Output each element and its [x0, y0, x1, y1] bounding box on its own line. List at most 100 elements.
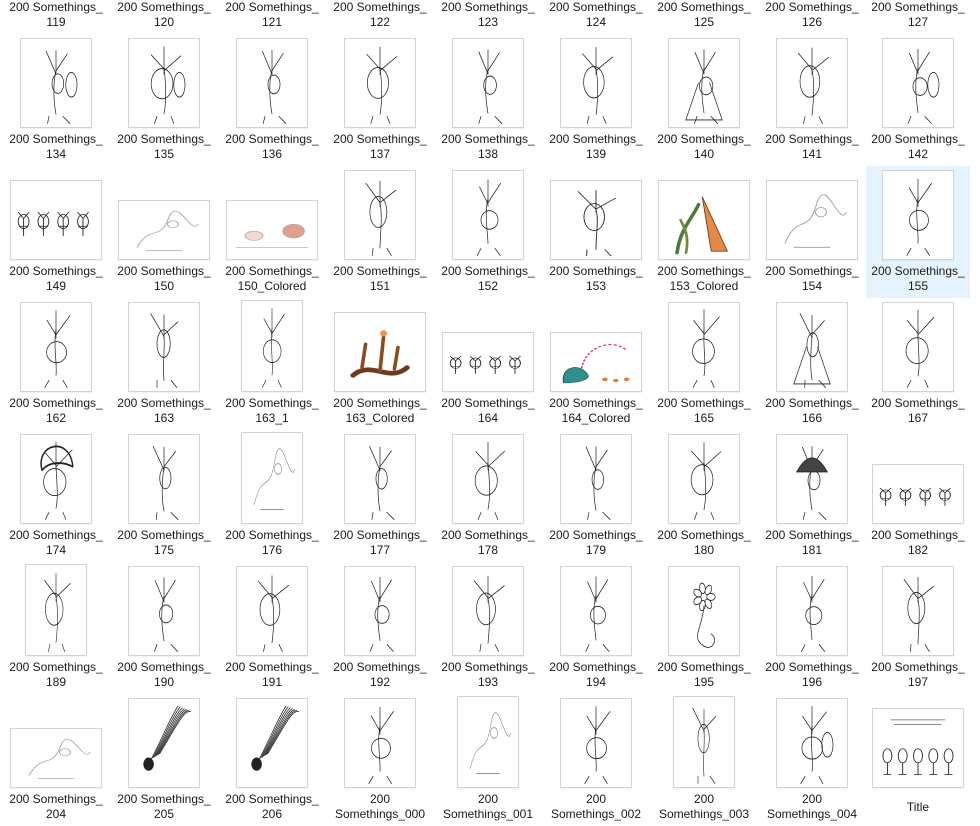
file-name: 200 Somethings_003 [652, 792, 756, 821]
file-name-line-2: 125 [693, 14, 715, 29]
file-item[interactable]: 200 Somethings_ 197 [866, 562, 970, 694]
file-item[interactable]: 200 Somethings_ 122 [328, 0, 432, 34]
file-name-line-2: 152 [477, 278, 499, 293]
file-item[interactable]: 200 Somethings_ 182 [866, 430, 970, 562]
file-name: 200 Somethings_ 182 [866, 528, 970, 557]
sketch-drawing [17, 211, 89, 236]
file-item[interactable]: 200 Somethings_ 150 [112, 166, 216, 298]
file-item[interactable]: 200 Somethings_ 139 [544, 34, 648, 166]
file-name: 200 Somethings_ 121 [220, 0, 324, 29]
file-item[interactable]: 200 Somethings_ 204 [4, 694, 108, 826]
file-item[interactable]: Title [866, 694, 970, 826]
file-item[interactable]: 200 Somethings_001 [436, 694, 540, 826]
file-item[interactable]: 200 Somethings_ 136 [220, 34, 324, 166]
file-name-line-1: 200 Somethings_ [333, 528, 427, 542]
file-item[interactable]: 200 Somethings_ 155 [866, 166, 970, 298]
file-item[interactable]: 200 Somethings_ 177 [328, 430, 432, 562]
sketch-drawing [365, 180, 397, 256]
file-name-line-1: 200 Somethings_ [333, 132, 427, 146]
sketch-drawing [257, 575, 289, 652]
file-item[interactable]: 200 Somethings_ 196 [760, 562, 864, 694]
file-item[interactable]: 200 Somethings_ 189 [4, 562, 108, 694]
file-item[interactable]: 200 Somethings_ 141 [760, 34, 864, 166]
file-item[interactable]: 200 Somethings_ 135 [112, 34, 216, 166]
file-item[interactable]: 200 Somethings_ 194 [544, 562, 648, 694]
image-thumbnail [10, 180, 102, 260]
file-name: 200 Somethings_ 179 [544, 528, 648, 557]
image-thumbnail [668, 566, 740, 656]
image-thumbnail [452, 170, 524, 260]
file-name-line-1: 200 Somethings_ [657, 528, 751, 542]
image-thumbnail [128, 302, 200, 392]
file-name-line-2: 175 [153, 542, 175, 557]
file-item[interactable]: 200 Somethings_ 176 [220, 430, 324, 562]
image-thumbnail [20, 38, 92, 128]
image-thumbnail [872, 464, 964, 524]
sketch-drawing [262, 308, 285, 388]
file-item[interactable]: 200 Somethings_ 178 [436, 430, 540, 562]
image-thumbnail [241, 432, 303, 524]
file-item[interactable]: 200 Somethings_ 149 [4, 166, 108, 298]
file-name-line-1: 200 Somethings_ [441, 264, 535, 278]
file-item[interactable]: 200 Somethings_ 191 [220, 562, 324, 694]
file-item[interactable]: 200 Somethings_ 163_1 [220, 298, 324, 430]
file-name: 200 Somethings_004 [760, 792, 864, 821]
file-item[interactable]: 200 Somethings_ 163_Colored [328, 298, 432, 430]
file-item[interactable]: 200 Somethings_003 [652, 694, 756, 826]
file-name: 200 Somethings_ 165 [652, 396, 756, 425]
file-item[interactable]: 200 Somethings_ 205 [112, 694, 216, 826]
file-item[interactable]: 200 Somethings_ 142 [866, 34, 970, 166]
file-item[interactable]: 200 Somethings_002 [544, 694, 648, 826]
file-item[interactable]: 200 Somethings_ 153_Colored [652, 166, 756, 298]
file-item[interactable]: 200 Somethings_ 163 [112, 298, 216, 430]
file-name-line-2: 141 [801, 146, 823, 161]
file-item[interactable]: 200 Somethings_ 138 [436, 34, 540, 166]
file-item[interactable]: 200 Somethings_ 195 [652, 562, 756, 694]
file-name: 200 Somethings_ 181 [760, 528, 864, 557]
file-item[interactable]: 200 Somethings_ 165 [652, 298, 756, 430]
file-name: 200 Somethings_ 150_Colored [220, 264, 324, 293]
sketch-drawing [150, 46, 186, 124]
file-item[interactable]: 200 Somethings_ 150_Colored [220, 166, 324, 298]
file-name-line-1: 200 Somethings_ [333, 660, 427, 674]
file-item[interactable]: 200 Somethings_ 181 [760, 430, 864, 562]
file-item[interactable]: 200 Somethings_ 137 [328, 34, 432, 166]
file-item[interactable]: 200 Somethings_ 127 [866, 0, 970, 34]
file-name-line-1: 200 Somethings_ [333, 264, 427, 278]
file-item[interactable]: 200 Somethings_ 134 [4, 34, 108, 166]
file-item[interactable]: 200 Somethings_ 121 [220, 0, 324, 34]
file-item[interactable]: 200 Somethings_ 206 [220, 694, 324, 826]
file-item[interactable]: 200 Somethings_ 153 [544, 166, 648, 298]
file-item[interactable]: 200 Somethings_ 154 [760, 166, 864, 298]
sketch-drawing [692, 309, 720, 388]
file-item[interactable]: 200 Somethings_ 120 [112, 0, 216, 34]
file-item[interactable]: 200 Somethings_ 167 [866, 298, 970, 430]
file-item[interactable]: 200 Somethings_ 180 [652, 430, 756, 562]
file-item[interactable]: 200 Somethings_ 124 [544, 0, 648, 34]
file-name-line-2: 162 [45, 410, 67, 425]
file-item[interactable]: 200 Somethings_004 [760, 694, 864, 826]
file-item[interactable]: 200 Somethings_ 166 [760, 298, 864, 430]
file-item[interactable]: 200 Somethings_ 179 [544, 430, 648, 562]
file-item[interactable]: 200 Somethings_ 193 [436, 562, 540, 694]
file-item[interactable]: 200 Somethings_ 162 [4, 298, 108, 430]
file-item[interactable]: 200 Somethings_ 151 [328, 166, 432, 298]
file-item[interactable]: 200 Somethings_ 174 [4, 430, 108, 562]
file-item[interactable]: 200 Somethings_ 190 [112, 562, 216, 694]
file-item[interactable]: 200 Somethings_ 119 [4, 0, 108, 34]
image-thumbnail [882, 302, 954, 392]
file-name-line-1: 200 Somethings_ [225, 792, 319, 806]
file-item[interactable]: 200 Somethings_000 [328, 694, 432, 826]
sketch-drawing [136, 210, 199, 251]
file-item[interactable]: 200 Somethings_ 126 [760, 0, 864, 34]
file-item[interactable]: 200 Somethings_ 164_Colored [544, 298, 648, 430]
file-item[interactable]: 200 Somethings_ 192 [328, 562, 432, 694]
file-item[interactable]: 200 Somethings_ 123 [436, 0, 540, 34]
file-item[interactable]: 200 Somethings_ 125 [652, 0, 756, 34]
file-name-line-1: 200 Somethings_ [117, 528, 211, 542]
file-item[interactable]: 200 Somethings_ 140 [652, 34, 756, 166]
file-item[interactable]: 200 Somethings_ 164 [436, 298, 540, 430]
file-name-line-1: 200 Somethings_ [9, 528, 103, 542]
file-item[interactable]: 200 Somethings_ 152 [436, 166, 540, 298]
file-item[interactable]: 200 Somethings_ 175 [112, 430, 216, 562]
